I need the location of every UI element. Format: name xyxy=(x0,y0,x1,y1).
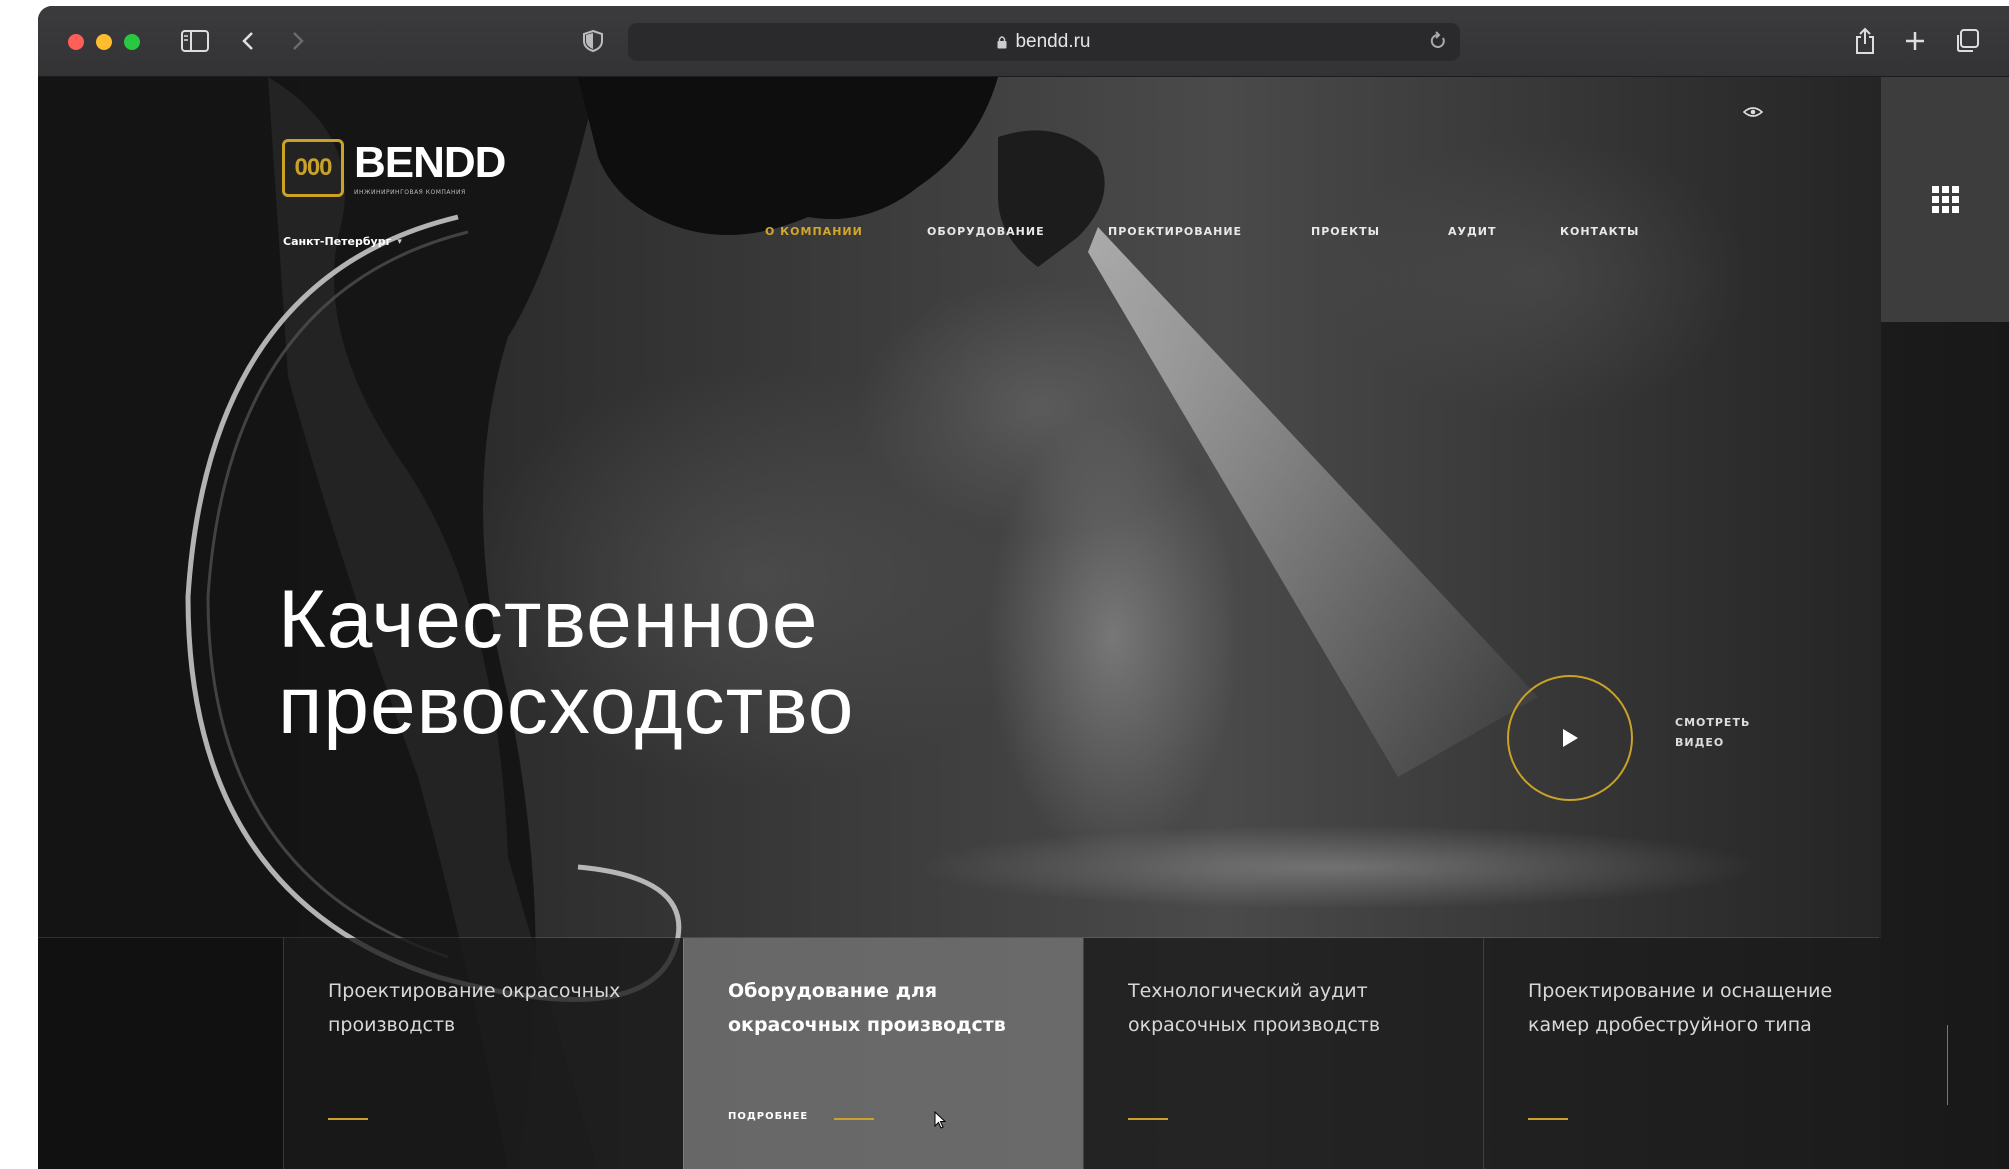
side-menu-panel[interactable] xyxy=(1881,77,2009,322)
headline-line-1: Качественное xyxy=(278,574,819,665)
side-strip xyxy=(1881,322,2009,1169)
card-title: Технологический аудит окрасочных произво… xyxy=(1128,980,1381,1036)
video-label-line-2: ВИДЕО xyxy=(1675,736,1725,749)
zoom-window-button[interactable] xyxy=(124,34,140,50)
back-icon[interactable] xyxy=(236,24,260,58)
cursor-icon xyxy=(934,1110,947,1133)
logo[interactable]: 000 BENDD ИНЖИНИРИНГОВАЯ КОМПАНИЯ xyxy=(282,137,506,197)
lock-icon xyxy=(997,35,1007,49)
shield-icon[interactable] xyxy=(578,24,608,58)
logo-name: BENDD xyxy=(354,137,506,187)
browser-window: bendd.ru 000 BENDD ИНЖИНИРИНГОВАЯ КОМПАН… xyxy=(38,6,2009,1169)
play-icon xyxy=(1563,729,1578,747)
service-card-audit[interactable]: Технологический аудит окрасочных произво… xyxy=(1083,938,1483,1169)
eye-icon[interactable] xyxy=(1742,103,1764,122)
play-video-button[interactable] xyxy=(1507,675,1633,801)
webpage: 000 BENDD ИНЖИНИРИНГОВАЯ КОМПАНИЯ Санкт-… xyxy=(38,77,2009,1169)
nav-item-about[interactable]: О компании xyxy=(765,225,863,238)
hero-headline: Качественное превосходство xyxy=(278,577,854,749)
nav-item-audit[interactable]: Аудит xyxy=(1448,225,1497,238)
cards-spacer xyxy=(38,938,283,1169)
tabs-icon[interactable] xyxy=(1950,24,1984,58)
grid-menu-icon[interactable] xyxy=(1931,186,1959,213)
logo-tagline: ИНЖИНИРИНГОВАЯ КОМПАНИЯ xyxy=(354,188,466,196)
card-title: Проектирование окрасочных производств xyxy=(328,980,621,1036)
headline-line-2: превосходство xyxy=(278,660,855,751)
more-link[interactable]: ПОДРОБНЕЕ xyxy=(728,1111,808,1122)
share-icon[interactable] xyxy=(1850,24,1880,58)
arrow-icon[interactable] xyxy=(328,1118,368,1120)
chevron-down-icon: ▾ xyxy=(397,236,402,247)
logo-mark: 000 xyxy=(282,139,344,197)
minimize-window-button[interactable] xyxy=(96,34,112,50)
address-bar[interactable]: bendd.ru xyxy=(628,23,1460,61)
nav-item-contacts[interactable]: Контакты xyxy=(1560,225,1639,238)
nav-item-design[interactable]: Проектирование xyxy=(1108,225,1242,238)
nav-item-equipment[interactable]: Оборудование xyxy=(927,225,1045,238)
city-label: Санкт-Петербург xyxy=(283,235,392,248)
scroll-indicator[interactable] xyxy=(1947,1025,1948,1105)
arrow-icon[interactable] xyxy=(1128,1118,1168,1120)
sidebar-icon[interactable] xyxy=(178,24,212,58)
close-window-button[interactable] xyxy=(68,34,84,50)
forward-icon[interactable] xyxy=(286,24,310,58)
service-card-equipment[interactable]: Оборудование для окрасочных производств … xyxy=(683,938,1083,1169)
service-card-blasting[interactable]: Проектирование и оснащение камер дробест… xyxy=(1483,938,1883,1169)
card-title: Оборудование для окрасочных производств xyxy=(728,980,1006,1036)
video-label[interactable]: СМОТРЕТЬ ВИДЕО xyxy=(1675,713,1775,753)
city-selector[interactable]: Санкт-Петербург ▾ xyxy=(283,235,402,248)
new-tab-icon[interactable] xyxy=(1900,24,1930,58)
reload-icon[interactable] xyxy=(1428,30,1448,58)
service-card-design[interactable]: Проектирование окрасочных производств xyxy=(283,938,683,1169)
arrow-icon[interactable] xyxy=(1528,1118,1568,1120)
nav-item-projects[interactable]: Проекты xyxy=(1311,225,1380,238)
browser-toolbar: bendd.ru xyxy=(38,6,2009,77)
video-label-line-1: СМОТРЕТЬ xyxy=(1675,716,1751,729)
card-title: Проектирование и оснащение камер дробест… xyxy=(1528,980,1833,1036)
service-cards: Проектирование окрасочных производств Об… xyxy=(38,937,1883,1169)
url-text: bendd.ru xyxy=(1015,31,1091,52)
arrow-icon[interactable] xyxy=(834,1118,874,1120)
